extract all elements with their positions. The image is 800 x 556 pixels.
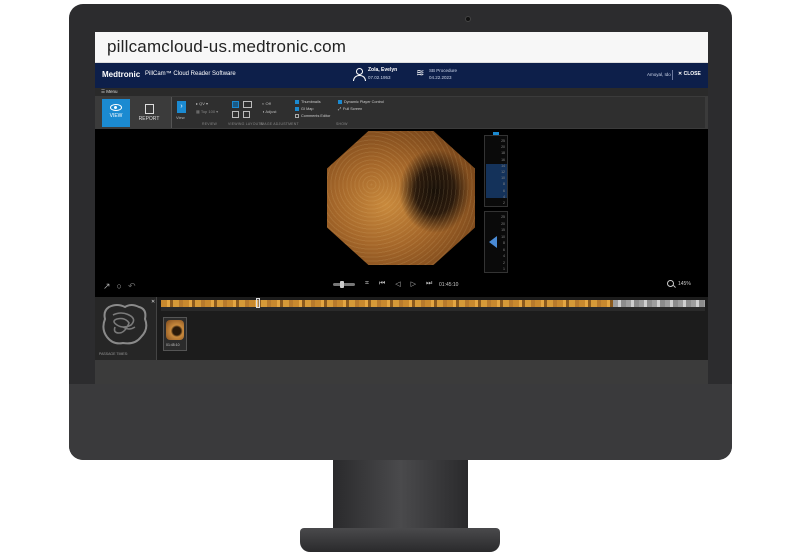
view-small-label: View [176,115,185,120]
screen: pillcamcloud-us.medtronic.com Medtronic … [95,32,708,384]
url-text: pillcamcloud-us.medtronic.com [107,37,347,56]
gauge-lower[interactable]: 25 20 15 10 8 6 4 2 1 [484,211,508,273]
header-divider [672,70,673,80]
show-dynamic-control-checkbox[interactable]: Dynamic Player Control [338,100,384,104]
patient-dob: 07.02.1953 [368,75,391,80]
brand-logo: Medtronic [102,70,141,79]
gauge-lower-tick: 25 [501,215,505,219]
fullscreen-icon: ⤢ [338,107,342,111]
gauge-upper-ticks: 25 20 18 16 14 12 10 8 6 4 2 [501,138,505,206]
webcam-icon [465,16,471,22]
view-tab-label: VIEW [109,113,123,119]
capsule-endoscopy-frame[interactable] [327,131,475,265]
timecode: 01:45:10 [439,282,459,288]
group-viewing-layouts-label: VIEWING LAYOUTS [228,122,264,126]
monitor-stand [333,460,468,530]
procedure-icon: ≋ [416,68,425,79]
status-strip [95,360,708,384]
timeline-position-marker[interactable] [256,298,260,308]
patient-info: Zola, Evelyn 07.02.1953 [353,67,397,81]
speed-icon[interactable]: ⌗ [365,280,369,288]
ribbon-toolbar: VIEW REPORT › View ▸ QV ▾ ▦ Top 100 ▾ RE… [95,96,708,129]
app-header: Medtronic PillCam™ Cloud Reader Software… [95,63,708,88]
report-tab-button[interactable]: REPORT [135,99,163,127]
adjust-off[interactable]: ◐ Off [262,101,271,106]
thumbnail-time: 01:45:10 [166,343,180,347]
triangle-left-icon[interactable] [489,236,497,248]
close-icon[interactable]: ✕ [151,299,155,305]
eye-icon [110,104,122,111]
view-play-button[interactable]: › [177,101,186,113]
menu-button[interactable]: ☰ Menu [101,89,118,95]
thumbnail-image [166,320,184,340]
play-icon[interactable]: ▷ [411,280,416,288]
app-title: PillCam™ Cloud Reader Software [145,71,236,77]
patient-icon [353,67,366,81]
step-back-icon[interactable]: ⏮ [379,280,385,288]
procedure-date: 04.22.2023 [429,75,452,80]
gauge-lower-tick: 15 [501,228,505,232]
checkbox-checked-icon [295,100,299,104]
menu-bar: ☰ Menu [95,88,708,96]
gauge-upper-tick: 2 [503,201,505,206]
show-comments-checkbox[interactable]: Comments Editor [295,114,330,118]
layout-multi-icon[interactable] [243,111,250,118]
procedure-info: ≋ SB Procedure 04.22.2023 [416,67,457,81]
timeline-ticks [161,307,705,311]
checkbox-checked-icon [338,100,342,104]
procedure-name: SB Procedure [429,68,458,73]
report-icon [144,104,154,114]
bottom-panel: PASSAGE TIMES: ✕ 01:45:10 [95,297,708,360]
speed-slider[interactable] [333,280,355,288]
mode-top100[interactable]: ▦ Top 100 ▾ [196,109,218,114]
close-label: CLOSE [683,71,701,77]
arrow-tool-icon[interactable]: ↗ [103,281,111,292]
group-review-label: REVIEW [202,122,218,126]
mode-qv[interactable]: ▸ QV ▾ [196,101,208,106]
intestine-icon [102,304,148,345]
patient-name: Zola, Evelyn [368,67,398,73]
layout-dual-icon[interactable] [243,101,252,108]
gauge-upper[interactable]: 25 20 18 16 14 12 10 8 6 4 2 [484,135,508,207]
playback-controls: ⌗ ⏮ ◁ ▷ ⏭ [333,280,432,288]
location-gauge: 25 20 18 16 14 12 10 8 6 4 2 25 20 15 10 8 6 4 2 1 [484,132,508,275]
zoom-value: 145% [678,280,691,287]
play-reverse-icon[interactable]: ◁ [395,280,400,288]
stage: pillcamcloud-us.medtronic.com Medtronic … [0,0,800,556]
ribbon-panel: › View ▸ QV ▾ ▦ Top 100 ▾ REVIEW VIEWING… [171,97,705,128]
passage-times-label: PASSAGE TIMES: [99,352,129,356]
gauge-lower-ticks: 25 20 15 10 8 6 4 2 1 [501,214,505,273]
monitor-base [300,528,500,552]
zoom-control[interactable]: 145% [667,280,691,287]
monitor-chin [69,384,732,460]
close-button[interactable]: ✕ CLOSE [678,71,701,77]
group-show-label: SHOW [336,122,348,126]
thumbnail-item[interactable]: 01:45:10 [163,317,187,351]
gauge-upper-tick: 18 [501,151,505,156]
layout-single-icon[interactable] [232,101,239,108]
adjust-button[interactable]: ◑ Adjust [262,109,276,114]
gi-map[interactable]: PASSAGE TIMES: [95,297,157,360]
magnifier-icon [667,280,674,287]
timeline-end-segment [613,300,705,307]
gauge-upper-tick: 16 [501,157,505,162]
report-tab-label: REPORT [138,116,160,122]
image-viewer: 25 20 18 16 14 12 10 8 6 4 2 25 20 15 10 8 6 4 2 1 ↗ ○ ↶ ⌗… [95,129,708,305]
menu-label: Menu [106,89,118,94]
view-tab-button[interactable]: VIEW [102,99,130,127]
checkbox-checked-icon [295,107,299,111]
checkbox-unchecked-icon [295,114,299,118]
step-forward-icon[interactable]: ⏭ [426,280,432,288]
layout-quad-icon[interactable] [232,111,239,118]
circle-tool-icon[interactable]: ○ [117,281,122,292]
show-thumbnails-checkbox[interactable]: Thumbnails [295,100,321,104]
show-gi-map-checkbox[interactable]: GI Map [295,107,313,111]
gauge-lower-tick: 1 [503,267,505,271]
full-screen-button[interactable]: ⤢ Full Screen [338,107,362,111]
annotation-tools: ↗ ○ ↶ [103,281,136,292]
group-image-adjustment-label: IMAGE ADJUSTMENT [260,122,299,126]
address-bar[interactable]: pillcamcloud-us.medtronic.com [95,32,708,63]
user-name[interactable]: Amoyal, Ido [647,72,671,77]
undo-icon[interactable]: ↶ [128,281,136,292]
